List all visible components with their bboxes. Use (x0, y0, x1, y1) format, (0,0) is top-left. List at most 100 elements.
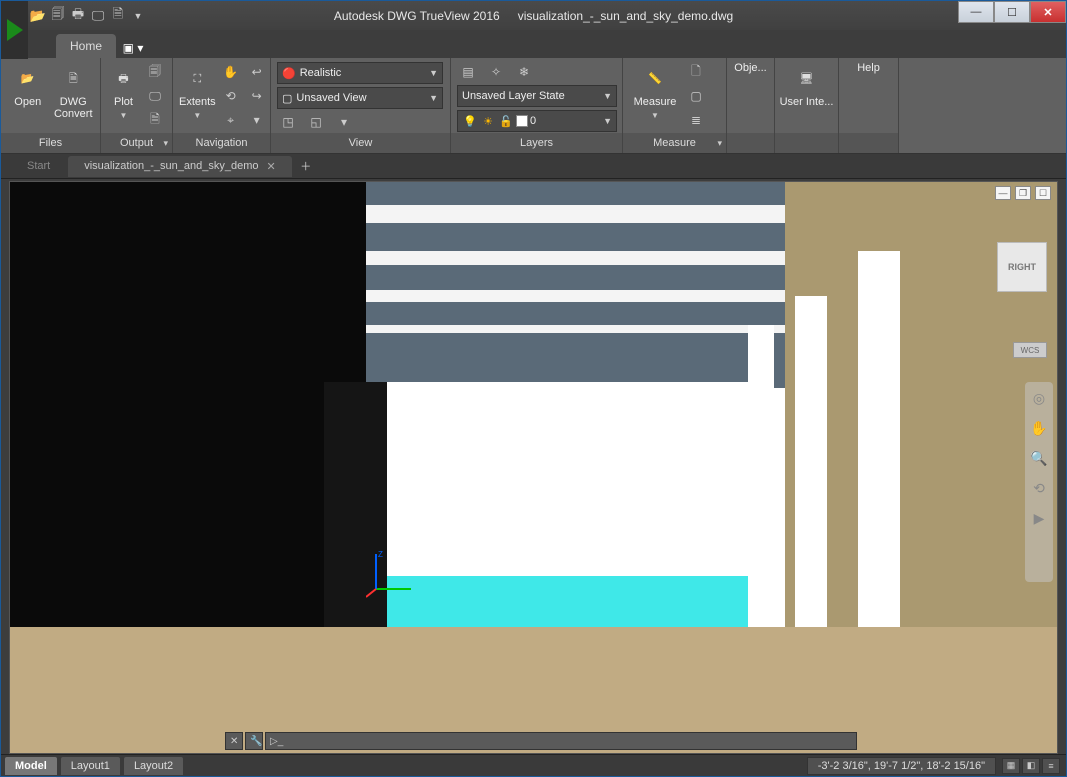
command-line[interactable]: ✕ 🔧 ▷_ (225, 731, 857, 751)
app-menu-button[interactable] (1, 1, 28, 59)
tab-start[interactable]: Start (11, 156, 66, 176)
named-view-combo[interactable]: ▢Unsaved View ▼ (277, 87, 443, 109)
panel-ui-title (775, 133, 838, 153)
vp-minimize-button[interactable]: — (995, 186, 1011, 200)
tab-visibility-icon[interactable]: ▣ ▾ (120, 38, 146, 58)
panel-help: Help (839, 58, 899, 153)
svg-text:Z: Z (378, 550, 383, 559)
cmd-close-icon[interactable]: ✕ (225, 732, 243, 750)
layer-off-button[interactable]: ✧ (485, 62, 507, 82)
view-icon: ▢ (282, 92, 292, 105)
tab-new-button[interactable]: ＋ (294, 154, 318, 178)
layer-freeze-button[interactable]: ❄ (513, 62, 535, 82)
extents-label: Extents (179, 96, 216, 108)
panel-files: 📂 Open 🗎 DWG Convert Files (1, 58, 101, 153)
vp-restore-button[interactable]: ❐ (1015, 186, 1031, 200)
close-icon[interactable]: ✕ (267, 160, 276, 173)
panel-layers-title: Layers (451, 133, 622, 153)
vs-icon: 🔴 (282, 67, 296, 80)
export-button[interactable]: 🗎 (144, 110, 166, 130)
page-setup-button[interactable]: 🖵 (144, 86, 166, 106)
qat-save-icon[interactable]: 🗐 (49, 7, 67, 25)
tab-model[interactable]: Model (5, 757, 57, 775)
open-button[interactable]: 📂 Open (7, 62, 49, 108)
layer-current-combo[interactable]: 💡 ☀ 🔓 0 ▼ (457, 110, 617, 132)
status-grid-button[interactable]: ▦ (1002, 758, 1020, 774)
bulb-icon: 💡 (462, 113, 478, 129)
panel-help-title (839, 133, 898, 153)
cmd-input[interactable]: ▷_ (265, 732, 857, 750)
window-controls: — ☐ ✕ (958, 1, 1066, 23)
status-settings-button[interactable]: ≡ (1042, 758, 1060, 774)
zoom-prev-button[interactable]: ↩ (246, 62, 268, 82)
chevron-down-icon: ▼ (429, 68, 438, 78)
qat-open-icon[interactable]: 📂 (29, 7, 47, 25)
layer-state-combo[interactable]: Unsaved Layer State ▼ (457, 85, 617, 107)
measure-button[interactable]: 📏 Measure ▼ (629, 62, 681, 122)
help-label[interactable]: Help (857, 62, 880, 74)
layer-prop-button[interactable]: ▤ (457, 62, 479, 82)
qat-publish-icon[interactable]: 🗎 (109, 7, 127, 25)
cmd-config-icon[interactable]: 🔧 (245, 732, 263, 750)
coordinates-readout: -3'-2 3/16", 19'-7 1/2", 18'-2 15/16" (807, 757, 996, 775)
plot-button[interactable]: 🖶 Plot ▼ (107, 62, 140, 122)
chevron-down-icon: ▼ (429, 93, 438, 103)
close-button[interactable]: ✕ (1030, 1, 1066, 23)
status-scale-button[interactable]: ◧ (1022, 758, 1040, 774)
nav-showmotion-icon[interactable]: ▶ (1029, 508, 1049, 528)
ui-label: User Inte... (780, 96, 834, 108)
vp-maximize-button[interactable]: ☐ (1035, 186, 1051, 200)
view-iso-button[interactable]: ◳ (277, 112, 299, 132)
zoom-next-button[interactable]: ↪ (246, 86, 268, 106)
view-manager-button[interactable]: ▾ (333, 112, 355, 132)
nav-pan-icon[interactable]: ✋ (1029, 418, 1049, 438)
nav-orbit-icon[interactable]: ⟲ (1029, 478, 1049, 498)
chevron-down-icon: ▼ (603, 91, 612, 101)
maximize-button[interactable]: ☐ (994, 1, 1030, 23)
extents-button[interactable]: ⛶ Extents ▼ (179, 62, 216, 122)
layer-state-value: Unsaved Layer State (462, 90, 565, 102)
wcs-label[interactable]: WCS (1013, 342, 1047, 358)
chevron-down-icon: ▼ (120, 110, 128, 122)
chevron-down-icon: ▼ (651, 110, 659, 122)
minimize-button[interactable]: — (958, 1, 994, 23)
open-icon: 📂 (13, 64, 43, 94)
dwg-convert-button[interactable]: 🗎 DWG Convert (53, 62, 95, 120)
panel-output-title: Output▾ (101, 133, 172, 153)
batch-plot-button[interactable]: 🗐 (144, 62, 166, 82)
qat-drop-icon[interactable]: ▼ (129, 7, 147, 25)
file-title: visualization_-_sun_and_sky_demo.dwg (518, 9, 733, 23)
steering-button[interactable]: ⌖ (220, 110, 242, 130)
distance-button[interactable]: 🗋 (685, 62, 707, 82)
viewcube[interactable]: RIGHT (997, 242, 1047, 292)
model-viewport[interactable]: Z — ❐ ☐ RIGHT WCS ◎ ✋ 🔍 ⟲ ▶ ✕ 🔧 ▷_ (9, 181, 1058, 754)
pan-button[interactable]: ✋ (220, 62, 242, 82)
nav-zoom-icon[interactable]: 🔍 (1029, 448, 1049, 468)
panel-output: 🖶 Plot ▼ 🗐 🖵 🗎 Output▾ (101, 58, 173, 153)
user-interface-button[interactable]: 🖥 User Inte... (779, 62, 835, 108)
panel-view: 🔴Realistic ▼ ▢Unsaved View ▼ ◳ ◱ ▾ View (271, 58, 451, 153)
ribbon: 📂 Open 🗎 DWG Convert Files 🖶 Plot ▼ 🗐 🖵 … (1, 58, 1066, 154)
orbit-button[interactable]: ⟲ (220, 86, 242, 106)
plot-label: Plot (114, 96, 133, 108)
panel-layers: ▤ ✧ ❄ Unsaved Layer State ▼ 💡 ☀ 🔓 0 ▼ La… (451, 58, 623, 153)
panel-navigation: ⛶ Extents ▼ ✋ ⟲ ⌖ ↩ ↪ ▾ Navigation (173, 58, 271, 153)
qat-plot-icon[interactable]: 🖶 (69, 7, 87, 25)
tab-layout2[interactable]: Layout2 (124, 757, 183, 775)
view-top-button[interactable]: ◱ (305, 112, 327, 132)
panel-navigation-title: Navigation (173, 133, 270, 153)
panel-measure: 📏 Measure ▼ 🗋 ▢ ≣ Measure▾ (623, 58, 727, 153)
plot-icon: 🖶 (109, 64, 139, 94)
extents-icon: ⛶ (182, 64, 212, 94)
qat-preview-icon[interactable]: 🖵 (89, 7, 107, 25)
tab-layout1[interactable]: Layout1 (61, 757, 120, 775)
visual-style-combo[interactable]: 🔴Realistic ▼ (277, 62, 443, 84)
list-button[interactable]: ≣ (685, 110, 707, 130)
open-label: Open (14, 96, 41, 108)
obj-label[interactable]: Obje... (734, 62, 766, 74)
tab-current-drawing[interactable]: visualization_-_sun_and_sky_demo ✕ (68, 156, 292, 177)
nav-more-button[interactable]: ▾ (246, 110, 268, 130)
tab-home[interactable]: Home (56, 34, 116, 58)
nav-wheel-icon[interactable]: ◎ (1029, 388, 1049, 408)
area-button[interactable]: ▢ (685, 86, 707, 106)
